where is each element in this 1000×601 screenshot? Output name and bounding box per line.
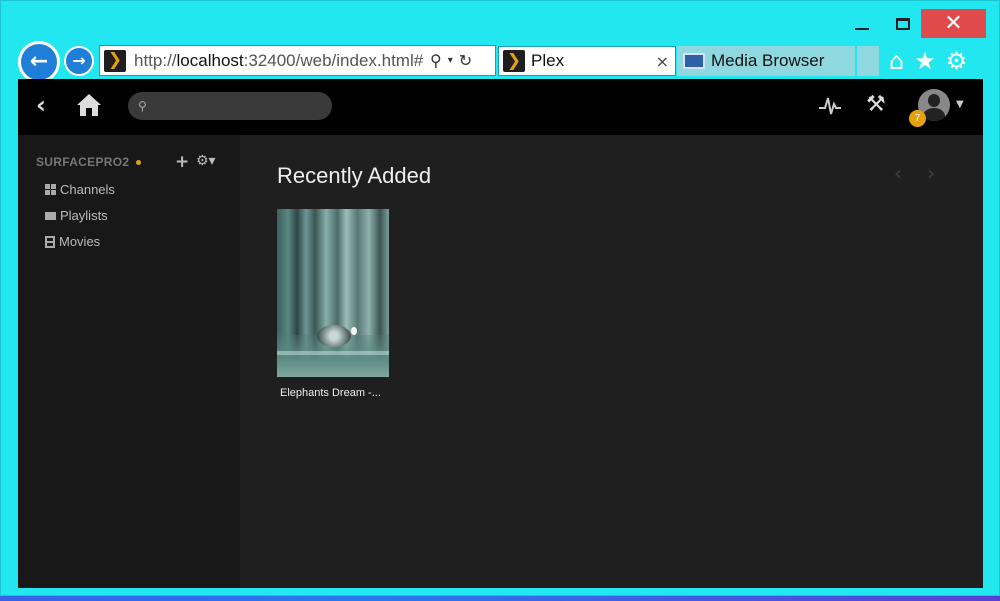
favorites-star-icon[interactable]: ★ bbox=[914, 45, 936, 77]
close-icon: ✕ bbox=[944, 10, 963, 36]
search-bar[interactable]: ⚲ bbox=[128, 92, 332, 120]
server-header[interactable]: SURFACEPRO2 bbox=[36, 155, 142, 169]
minimize-button[interactable] bbox=[839, 9, 885, 38]
media-browser-icon bbox=[683, 53, 705, 69]
plex-app: ‹ ⚲ ⚒ 7 ▼ SURFACEPRO2 + ⚙▾ Channels Play… bbox=[18, 79, 983, 588]
playlist-icon bbox=[45, 211, 56, 220]
back-button[interactable]: ← bbox=[18, 41, 60, 83]
sidebar-item-movies[interactable]: Movies bbox=[45, 234, 100, 249]
minimize-icon bbox=[855, 27, 869, 30]
add-icon[interactable]: + bbox=[175, 152, 189, 172]
search-input[interactable] bbox=[152, 98, 323, 114]
browser-toolbar-icons: ⌂ ★ ⚙ bbox=[889, 45, 967, 77]
browser-window: ✕ ← → ❯ http://localhost:32400/web/index… bbox=[0, 0, 1000, 596]
activity-icon[interactable] bbox=[818, 93, 842, 117]
tab-title: Plex bbox=[531, 51, 565, 70]
back-chevron-icon[interactable]: ‹ bbox=[36, 91, 46, 119]
tab-title: Media Browser bbox=[711, 51, 825, 70]
arrow-right-icon: → bbox=[72, 51, 86, 70]
home-icon[interactable] bbox=[76, 93, 102, 117]
settings-gear-icon[interactable]: ⚙ bbox=[946, 45, 968, 77]
address-bar[interactable]: ❯ http://localhost:32400/web/index.html#… bbox=[99, 45, 496, 76]
maximize-button[interactable] bbox=[885, 9, 921, 38]
arrow-left-icon: ← bbox=[29, 49, 49, 74]
tab-plex[interactable]: ❯ Plex × bbox=[498, 46, 676, 76]
maximize-icon bbox=[896, 17, 910, 30]
search-icon: ⚲ bbox=[138, 99, 147, 113]
plex-topbar: ‹ ⚲ ⚒ 7 ▼ bbox=[18, 79, 983, 135]
chevron-down-icon[interactable]: ▼ bbox=[956, 99, 964, 110]
new-tab-button[interactable] bbox=[857, 46, 879, 76]
notification-badge: 7 bbox=[909, 110, 926, 127]
server-name: SURFACEPRO2 bbox=[36, 155, 130, 169]
chevron-right-icon[interactable]: › bbox=[927, 161, 935, 185]
sidebar-item-playlists[interactable]: Playlists bbox=[45, 208, 108, 223]
plex-favicon-icon: ❯ bbox=[503, 50, 525, 72]
sidebar: SURFACEPRO2 + ⚙▾ Channels Playlists Movi… bbox=[18, 135, 240, 588]
server-status-dot bbox=[136, 159, 142, 165]
chevron-left-icon[interactable]: ‹ bbox=[894, 161, 902, 185]
dropdown-icon[interactable]: ▾ bbox=[448, 55, 453, 66]
tab-close-icon[interactable]: × bbox=[656, 52, 669, 71]
media-title[interactable]: Elephants Dream -... bbox=[280, 387, 381, 399]
film-icon bbox=[45, 235, 55, 248]
media-poster[interactable] bbox=[277, 209, 389, 377]
tools-icon[interactable]: ⚒ bbox=[866, 92, 886, 117]
tab-media-browser[interactable]: Media Browser bbox=[677, 46, 855, 76]
close-window-button[interactable]: ✕ bbox=[921, 9, 986, 38]
forward-button[interactable]: → bbox=[64, 46, 94, 76]
plex-favicon-icon: ❯ bbox=[104, 49, 126, 72]
home-icon[interactable]: ⌂ bbox=[889, 45, 904, 77]
gear-icon[interactable]: ⚙▾ bbox=[196, 153, 216, 169]
section-title: Recently Added bbox=[277, 163, 432, 188]
url-text[interactable]: http://localhost:32400/web/index.html# bbox=[134, 51, 424, 71]
grid-icon bbox=[45, 184, 56, 195]
sidebar-item-channels[interactable]: Channels bbox=[45, 182, 115, 197]
search-icon[interactable]: ⚲ bbox=[430, 51, 442, 70]
refresh-icon[interactable]: ↻ bbox=[459, 51, 472, 70]
